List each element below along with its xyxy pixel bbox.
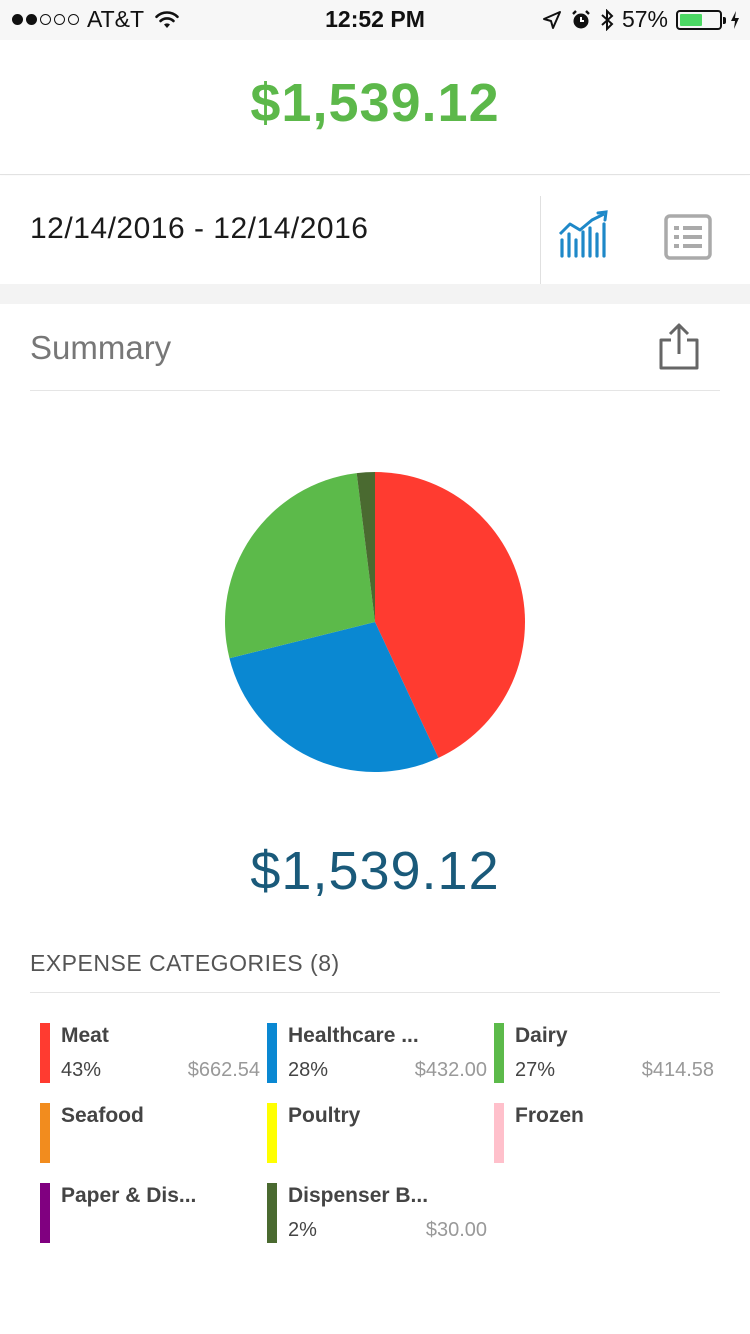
summary-header: Summary — [30, 304, 720, 391]
status-bar: AT&T 12:52 PM 57% — [0, 0, 750, 40]
category-color-swatch — [494, 1023, 504, 1083]
category-percent: 43% — [61, 1059, 102, 1081]
alarm-clock-icon — [572, 9, 590, 28]
category-percent: 27% — [515, 1059, 556, 1081]
category-item-dairy[interactable]: Dairy 27% $414.58 — [494, 1023, 714, 1085]
category-color-swatch — [40, 1183, 50, 1243]
category-name: Dairy — [515, 1024, 568, 1047]
category-color-swatch — [40, 1023, 50, 1083]
header-total-amount: $1,539.12 — [250, 73, 500, 133]
category-name: Meat — [61, 1024, 109, 1047]
bar-chart-trend-icon[interactable] — [556, 210, 612, 264]
category-item-dispenser[interactable]: Dispenser B... 2% $30.00 — [267, 1183, 487, 1245]
category-amount: $432.00 — [414, 1059, 487, 1081]
category-percent: 2% — [288, 1219, 317, 1241]
status-right: 57% — [542, 6, 740, 33]
category-color-swatch — [40, 1103, 50, 1163]
divider — [540, 196, 541, 284]
category-amount: $414.58 — [641, 1059, 714, 1081]
category-percent: 28% — [288, 1059, 329, 1081]
category-amount: $30.00 — [425, 1219, 487, 1241]
location-arrow-icon — [542, 10, 561, 29]
category-color-swatch — [494, 1103, 504, 1163]
category-name: Seafood — [61, 1104, 144, 1127]
battery-icon — [676, 9, 726, 30]
list-view-icon[interactable] — [663, 213, 713, 261]
category-item-poultry[interactable]: Poultry — [267, 1103, 487, 1165]
bluetooth-icon — [601, 8, 614, 31]
category-item-healthcare[interactable]: Healthcare ... 28% $432.00 — [267, 1023, 487, 1085]
expense-categories-title: EXPENSE CATEGORIES (8) — [30, 950, 340, 976]
category-item-meat[interactable]: Meat 43% $662.54 — [40, 1023, 260, 1085]
category-color-swatch — [267, 1023, 277, 1083]
category-item-seafood[interactable]: Seafood — [40, 1103, 260, 1165]
share-icon[interactable] — [654, 322, 704, 372]
category-name: Dispenser B... — [288, 1184, 429, 1207]
category-name: Paper & Dis... — [61, 1184, 197, 1207]
category-amount: $662.54 — [187, 1059, 260, 1081]
battery-level — [680, 13, 702, 26]
expense-pie-chart — [225, 472, 525, 772]
date-range-bar: 12/14/2016 - 12/14/2016 — [0, 176, 750, 284]
category-name: Healthcare ... — [288, 1024, 419, 1047]
battery-percent: 57% — [621, 6, 668, 32]
category-color-swatch — [267, 1103, 277, 1163]
expense-categories-header: EXPENSE CATEGORIES (8) — [30, 950, 720, 993]
category-name: Poultry — [288, 1104, 361, 1127]
date-range-selector[interactable]: 12/14/2016 - 12/14/2016 — [30, 212, 368, 246]
header-total-area: $1,539.12 — [0, 40, 750, 175]
category-name: Frozen — [515, 1104, 584, 1127]
section-separator — [0, 284, 750, 304]
category-item-frozen[interactable]: Frozen — [494, 1103, 714, 1165]
summary-title: Summary — [30, 329, 172, 366]
category-item-paper-disposables[interactable]: Paper & Dis... — [40, 1183, 260, 1245]
summary-total-amount: $1,539.12 — [250, 841, 500, 901]
charging-bolt-icon — [731, 10, 739, 29]
category-color-swatch — [267, 1183, 277, 1243]
